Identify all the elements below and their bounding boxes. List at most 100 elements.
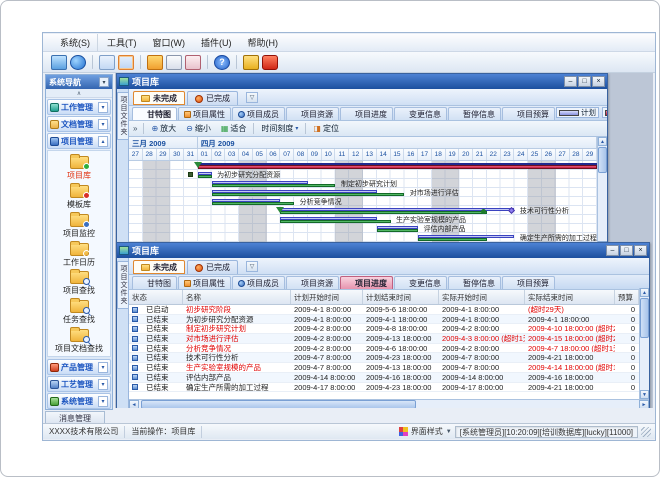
timescale-button[interactable]: 时间刻度▾ — [258, 122, 301, 135]
maximize-button[interactable]: □ — [578, 76, 591, 87]
chevron-down-icon[interactable]: ▾ — [98, 396, 108, 407]
filter-tab[interactable]: 已完成 — [187, 91, 238, 105]
view-tab[interactable]: 项目属性 — [178, 107, 231, 120]
gantt-progress-bar[interactable] — [280, 211, 486, 214]
filter-more-button[interactable]: ▽ — [246, 92, 258, 103]
gantt-window-titlebar[interactable]: 项目库 – □ × — [117, 74, 607, 89]
filter-tab[interactable]: 未完成 — [133, 91, 185, 105]
toolbar-separator[interactable] — [236, 55, 237, 69]
gantt-progress-bar[interactable] — [198, 175, 212, 178]
menu-item[interactable]: 插件(U) — [194, 34, 239, 51]
stop-icon[interactable] — [262, 55, 278, 70]
view-tab[interactable]: 项目进度 — [340, 107, 393, 120]
chevron-down-icon[interactable]: ▾ — [98, 119, 108, 130]
chevron-up-icon[interactable]: ▴ — [98, 136, 108, 147]
help-icon[interactable]: ? — [214, 55, 230, 70]
table-horizontal-scrollbar[interactable]: ◄ ► — [129, 399, 649, 408]
pin-icon[interactable]: ▾ — [99, 77, 109, 87]
mail-icon[interactable] — [147, 55, 163, 70]
column-header[interactable]: 实际开始时间 — [439, 290, 525, 304]
toolbar-separator[interactable] — [140, 55, 141, 69]
column-header[interactable]: 计划结束时间 — [363, 290, 439, 304]
view-tab[interactable]: 暂停信息 — [448, 276, 501, 289]
menu-item[interactable]: 窗口(W) — [146, 34, 193, 51]
menu-item[interactable]: 工具(T) — [100, 34, 144, 51]
sidebar-group[interactable]: 文档管理 ▾ — [47, 116, 111, 132]
column-header[interactable]: 计划开始时间 — [291, 290, 363, 304]
sidebar-item[interactable]: 任务查找 — [48, 298, 110, 327]
view-tab[interactable]: 项目预算 — [502, 107, 555, 120]
gantt-progress-bar[interactable] — [212, 202, 295, 205]
lock-icon[interactable] — [243, 55, 259, 70]
sidebar-group[interactable]: 系统管理 ▾ — [47, 393, 111, 409]
view-tab[interactable]: 项目进度 — [340, 276, 393, 289]
table-row[interactable]: 已结束 确定生产所需的加工过程 2009-4-17 8:00:00 2009-4… — [129, 383, 649, 393]
table-window-titlebar[interactable]: 项目库 – □ × — [117, 243, 649, 258]
report-icon[interactable] — [166, 55, 182, 70]
sidebar-group[interactable]: 工作管理 ▾ — [47, 99, 111, 115]
minimize-button[interactable]: – — [564, 76, 577, 87]
sidebar-group-project[interactable]: 项目管理 ▴ — [47, 133, 111, 149]
view-tab[interactable]: 项目资源 — [286, 276, 339, 289]
sidebar-item[interactable]: 项目查找 — [48, 269, 110, 298]
ui-style-label[interactable]: 界面样式 — [411, 426, 443, 437]
view-tab[interactable]: 项目资源 — [286, 107, 339, 120]
table-row[interactable]: 已启动 初步研究阶段 2009-4-1 8:00:00 2009-5-6 18:… — [129, 305, 649, 315]
table-row[interactable]: 已结束 技术可行性分析 2009-4-7 8:00:00 2009-4-23 1… — [129, 353, 649, 363]
locate-button[interactable]: ◨定位 — [310, 122, 342, 135]
view-tab[interactable]: 项目预算 — [502, 276, 555, 289]
menu-item[interactable]: 帮助(H) — [241, 34, 286, 51]
column-header[interactable]: 预算 — [615, 290, 639, 304]
close-button[interactable]: × — [634, 245, 647, 256]
chevron-down-icon[interactable]: ▾ — [98, 362, 108, 373]
gantt-progress-bar[interactable] — [280, 220, 390, 223]
system-icon[interactable] — [51, 55, 67, 70]
gantt-summary-progress-bar[interactable] — [198, 165, 597, 169]
menu-item[interactable]: 系统(S) — [53, 34, 98, 51]
zoom-in-button[interactable]: ⊕放大 — [148, 122, 179, 135]
sidebar-item[interactable]: 项目库 — [48, 154, 110, 183]
gantt-progress-bar[interactable] — [212, 184, 336, 187]
sidebar-item[interactable]: 项目文档查找 — [48, 327, 110, 356]
table-row[interactable]: 已结束 生产实验室规模的产品 2009-4-7 8:00:00 2009-4-1… — [129, 363, 649, 373]
globe-icon[interactable] — [70, 55, 86, 70]
chart-report-icon[interactable] — [185, 55, 201, 70]
table-vertical-scrollbar[interactable]: ▲ ▼ — [639, 288, 649, 399]
table-row[interactable]: 已结束 评估内部产品 2009-4-14 8:00:00 2009-4-16 1… — [129, 373, 649, 383]
close-button[interactable]: × — [592, 76, 605, 87]
overflow-chevron-icon[interactable]: » — [133, 124, 137, 133]
table-row[interactable]: 已结束 为初步研究分配资源 2009-4-1 8:00:00 2009-4-1 … — [129, 315, 649, 325]
view-tab[interactable]: 项目属性 — [178, 276, 231, 289]
chevron-down-icon[interactable]: ▾ — [98, 102, 108, 113]
table-row[interactable]: 已结束 制定初步研究计划 2009-4-2 8:00:00 2009-4-8 1… — [129, 324, 649, 334]
view-tab[interactable]: 项目成员 — [232, 276, 285, 289]
filter-more-button[interactable]: ▽ — [246, 261, 258, 272]
sidebar-item[interactable]: 模板库 — [48, 183, 110, 212]
toolbar-separator[interactable] — [207, 55, 208, 69]
chevron-down-icon[interactable]: ▾ — [98, 379, 108, 390]
column-header[interactable]: 状态 — [129, 290, 183, 304]
sidebar-group[interactable]: 工艺管理 ▾ — [47, 376, 111, 392]
minimize-button[interactable]: – — [606, 245, 619, 256]
gantt-progress-bar[interactable] — [212, 193, 405, 196]
gantt-vertical-scrollbar[interactable]: ▲ ▼ — [597, 137, 607, 250]
chevron-down-icon[interactable]: ▼ — [446, 429, 452, 435]
filter-tab[interactable]: 未完成 — [133, 260, 185, 274]
view-tab[interactable]: 变更信息 — [394, 276, 447, 289]
view-tab[interactable]: 项目成员 — [232, 107, 285, 120]
zoom-out-button[interactable]: ⊖缩小 — [183, 122, 214, 135]
resize-grip[interactable] — [641, 427, 651, 437]
view-tab[interactable]: 暂停信息 — [448, 107, 501, 120]
table-row[interactable]: 已结束 分析竞争情况 2009-4-2 8:00:00 2009-4-6 18:… — [129, 344, 649, 354]
column-header[interactable]: 名称 — [183, 290, 291, 304]
folder-icon[interactable] — [99, 55, 115, 70]
view-tab[interactable]: 甘特图 — [132, 107, 177, 120]
gantt-progress-bar[interactable] — [377, 229, 418, 232]
view-tab[interactable]: 甘特图 — [132, 276, 177, 289]
sidebar-group[interactable]: 产品管理 ▾ — [47, 359, 111, 375]
folder-open-icon[interactable] — [118, 55, 134, 70]
toolbar-separator[interactable] — [92, 55, 93, 69]
filter-tab[interactable]: 已完成 — [187, 260, 238, 274]
gantt-progress-bar[interactable] — [418, 238, 487, 241]
sidebar-item[interactable]: 项目监控 — [48, 212, 110, 241]
